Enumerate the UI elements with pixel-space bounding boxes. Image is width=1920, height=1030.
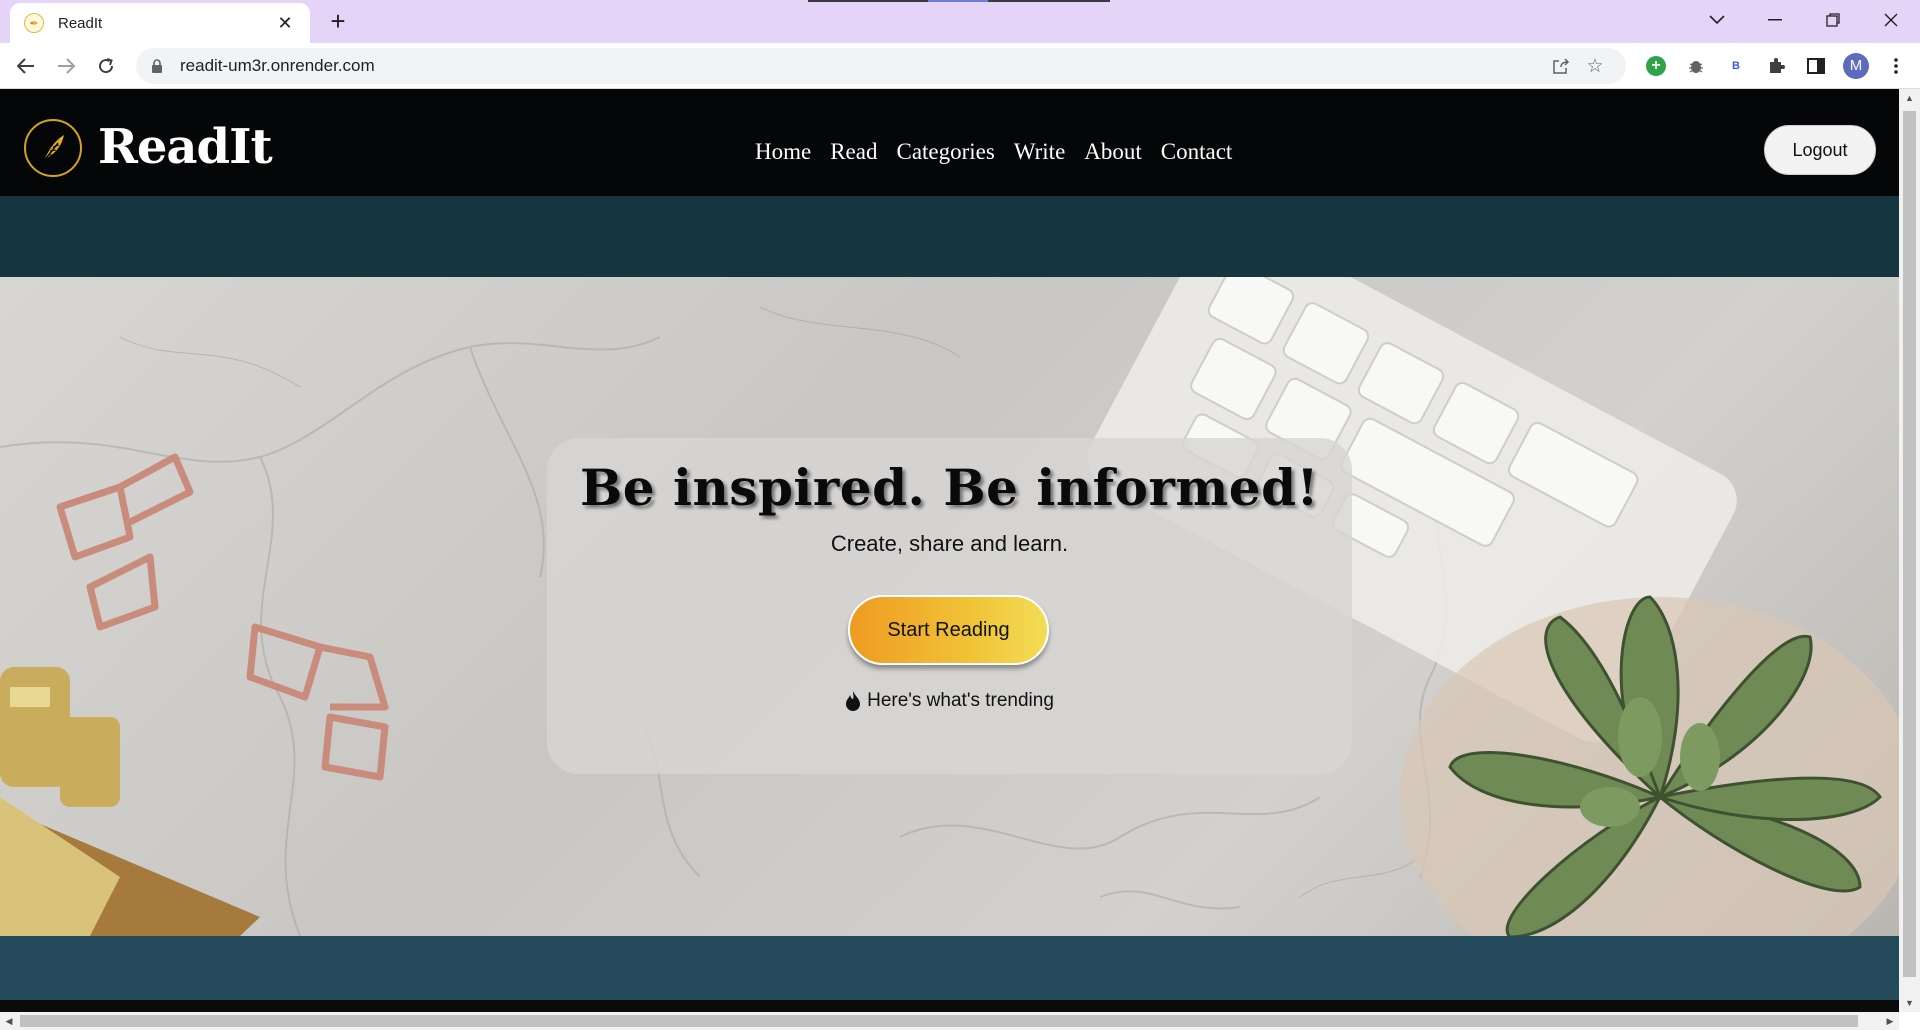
back-arrow-icon[interactable] (6, 46, 46, 86)
tab-search-chevron-icon[interactable] (1688, 0, 1746, 40)
side-panel-icon[interactable] (1796, 48, 1836, 84)
browser-tab[interactable]: ✒ ReadIt ✕ (10, 3, 310, 43)
site-header: ReadIt Home Read Categories Write About … (0, 89, 1899, 196)
scroll-up-arrow-icon[interactable]: ▲ (1899, 89, 1920, 107)
nav-write[interactable]: Write (1014, 139, 1065, 165)
main-nav: Home Read Categories Write About Contact (755, 139, 1251, 165)
hero-section: Be inspired. Be informed! Create, share … (0, 277, 1899, 936)
extensions-area: + B M (1636, 48, 1916, 84)
start-reading-button[interactable]: Start Reading (848, 595, 1049, 665)
nav-contact[interactable]: Contact (1161, 139, 1233, 165)
address-bar[interactable]: readit-um3r.onrender.com ☆ (136, 48, 1626, 84)
scroll-right-arrow-icon[interactable]: ▶ (1881, 1012, 1899, 1030)
vertical-scroll-thumb[interactable] (1903, 111, 1916, 977)
forward-arrow-icon[interactable] (46, 46, 86, 86)
trending-link[interactable]: Here's what's trending (547, 690, 1352, 712)
kebab-menu-icon[interactable] (1876, 48, 1916, 84)
restore-icon[interactable] (1804, 0, 1862, 40)
bug-extension-icon[interactable] (1676, 48, 1716, 84)
lower-section-band (0, 936, 1899, 1012)
nav-read[interactable]: Read (830, 139, 877, 165)
trending-label[interactable]: Here's what's trending (867, 690, 1054, 712)
horizontal-scroll-thumb[interactable] (20, 1015, 1858, 1027)
logout-button[interactable]: Logout (1764, 125, 1876, 175)
share-icon[interactable] (1544, 51, 1578, 81)
b-extension-icon[interactable]: B (1716, 48, 1756, 84)
feather-logo-icon[interactable] (24, 119, 82, 177)
window-controls (1688, 0, 1920, 40)
site-logo-text[interactable]: ReadIt (98, 119, 273, 175)
bookmark-star-icon[interactable]: ☆ (1578, 51, 1612, 81)
tab-strip-indicator (808, 0, 1110, 2)
horizontal-scrollbar[interactable]: ◀ ▶ (0, 1012, 1899, 1030)
page-viewport: ReadIt Home Read Categories Write About … (0, 89, 1899, 1012)
lock-icon[interactable] (150, 58, 164, 74)
browser-tab-strip: ✒ ReadIt ✕ + (0, 0, 1920, 43)
green-plus-extension-icon[interactable]: + (1636, 48, 1676, 84)
tab-close-icon[interactable]: ✕ (274, 13, 296, 34)
nav-categories[interactable]: Categories (896, 139, 994, 165)
nav-about[interactable]: About (1084, 139, 1142, 165)
feather-favicon-icon: ✒ (24, 13, 44, 33)
profile-avatar[interactable]: M (1836, 48, 1876, 84)
url-text[interactable]: readit-um3r.onrender.com (180, 56, 1544, 76)
close-window-icon[interactable] (1862, 0, 1920, 40)
new-tab-button[interactable]: + (322, 6, 354, 38)
flame-icon (845, 690, 861, 712)
tab-title: ReadIt (58, 14, 103, 32)
vertical-scrollbar[interactable]: ▲ ▼ (1899, 89, 1920, 1012)
puzzle-extensions-icon[interactable] (1756, 48, 1796, 84)
scroll-left-arrow-icon[interactable]: ◀ (0, 1012, 18, 1030)
hero-subtitle: Create, share and learn. (830, 531, 1069, 556)
hero-title: Be inspired. Be informed! (579, 458, 1319, 517)
reload-icon[interactable] (86, 46, 126, 86)
nav-home[interactable]: Home (755, 139, 811, 165)
minimize-icon[interactable] (1746, 0, 1804, 40)
scroll-down-arrow-icon[interactable]: ▼ (1899, 994, 1920, 1012)
browser-toolbar: readit-um3r.onrender.com ☆ + B M (0, 43, 1920, 89)
hero-card: Be inspired. Be informed! Create, share … (547, 438, 1352, 774)
